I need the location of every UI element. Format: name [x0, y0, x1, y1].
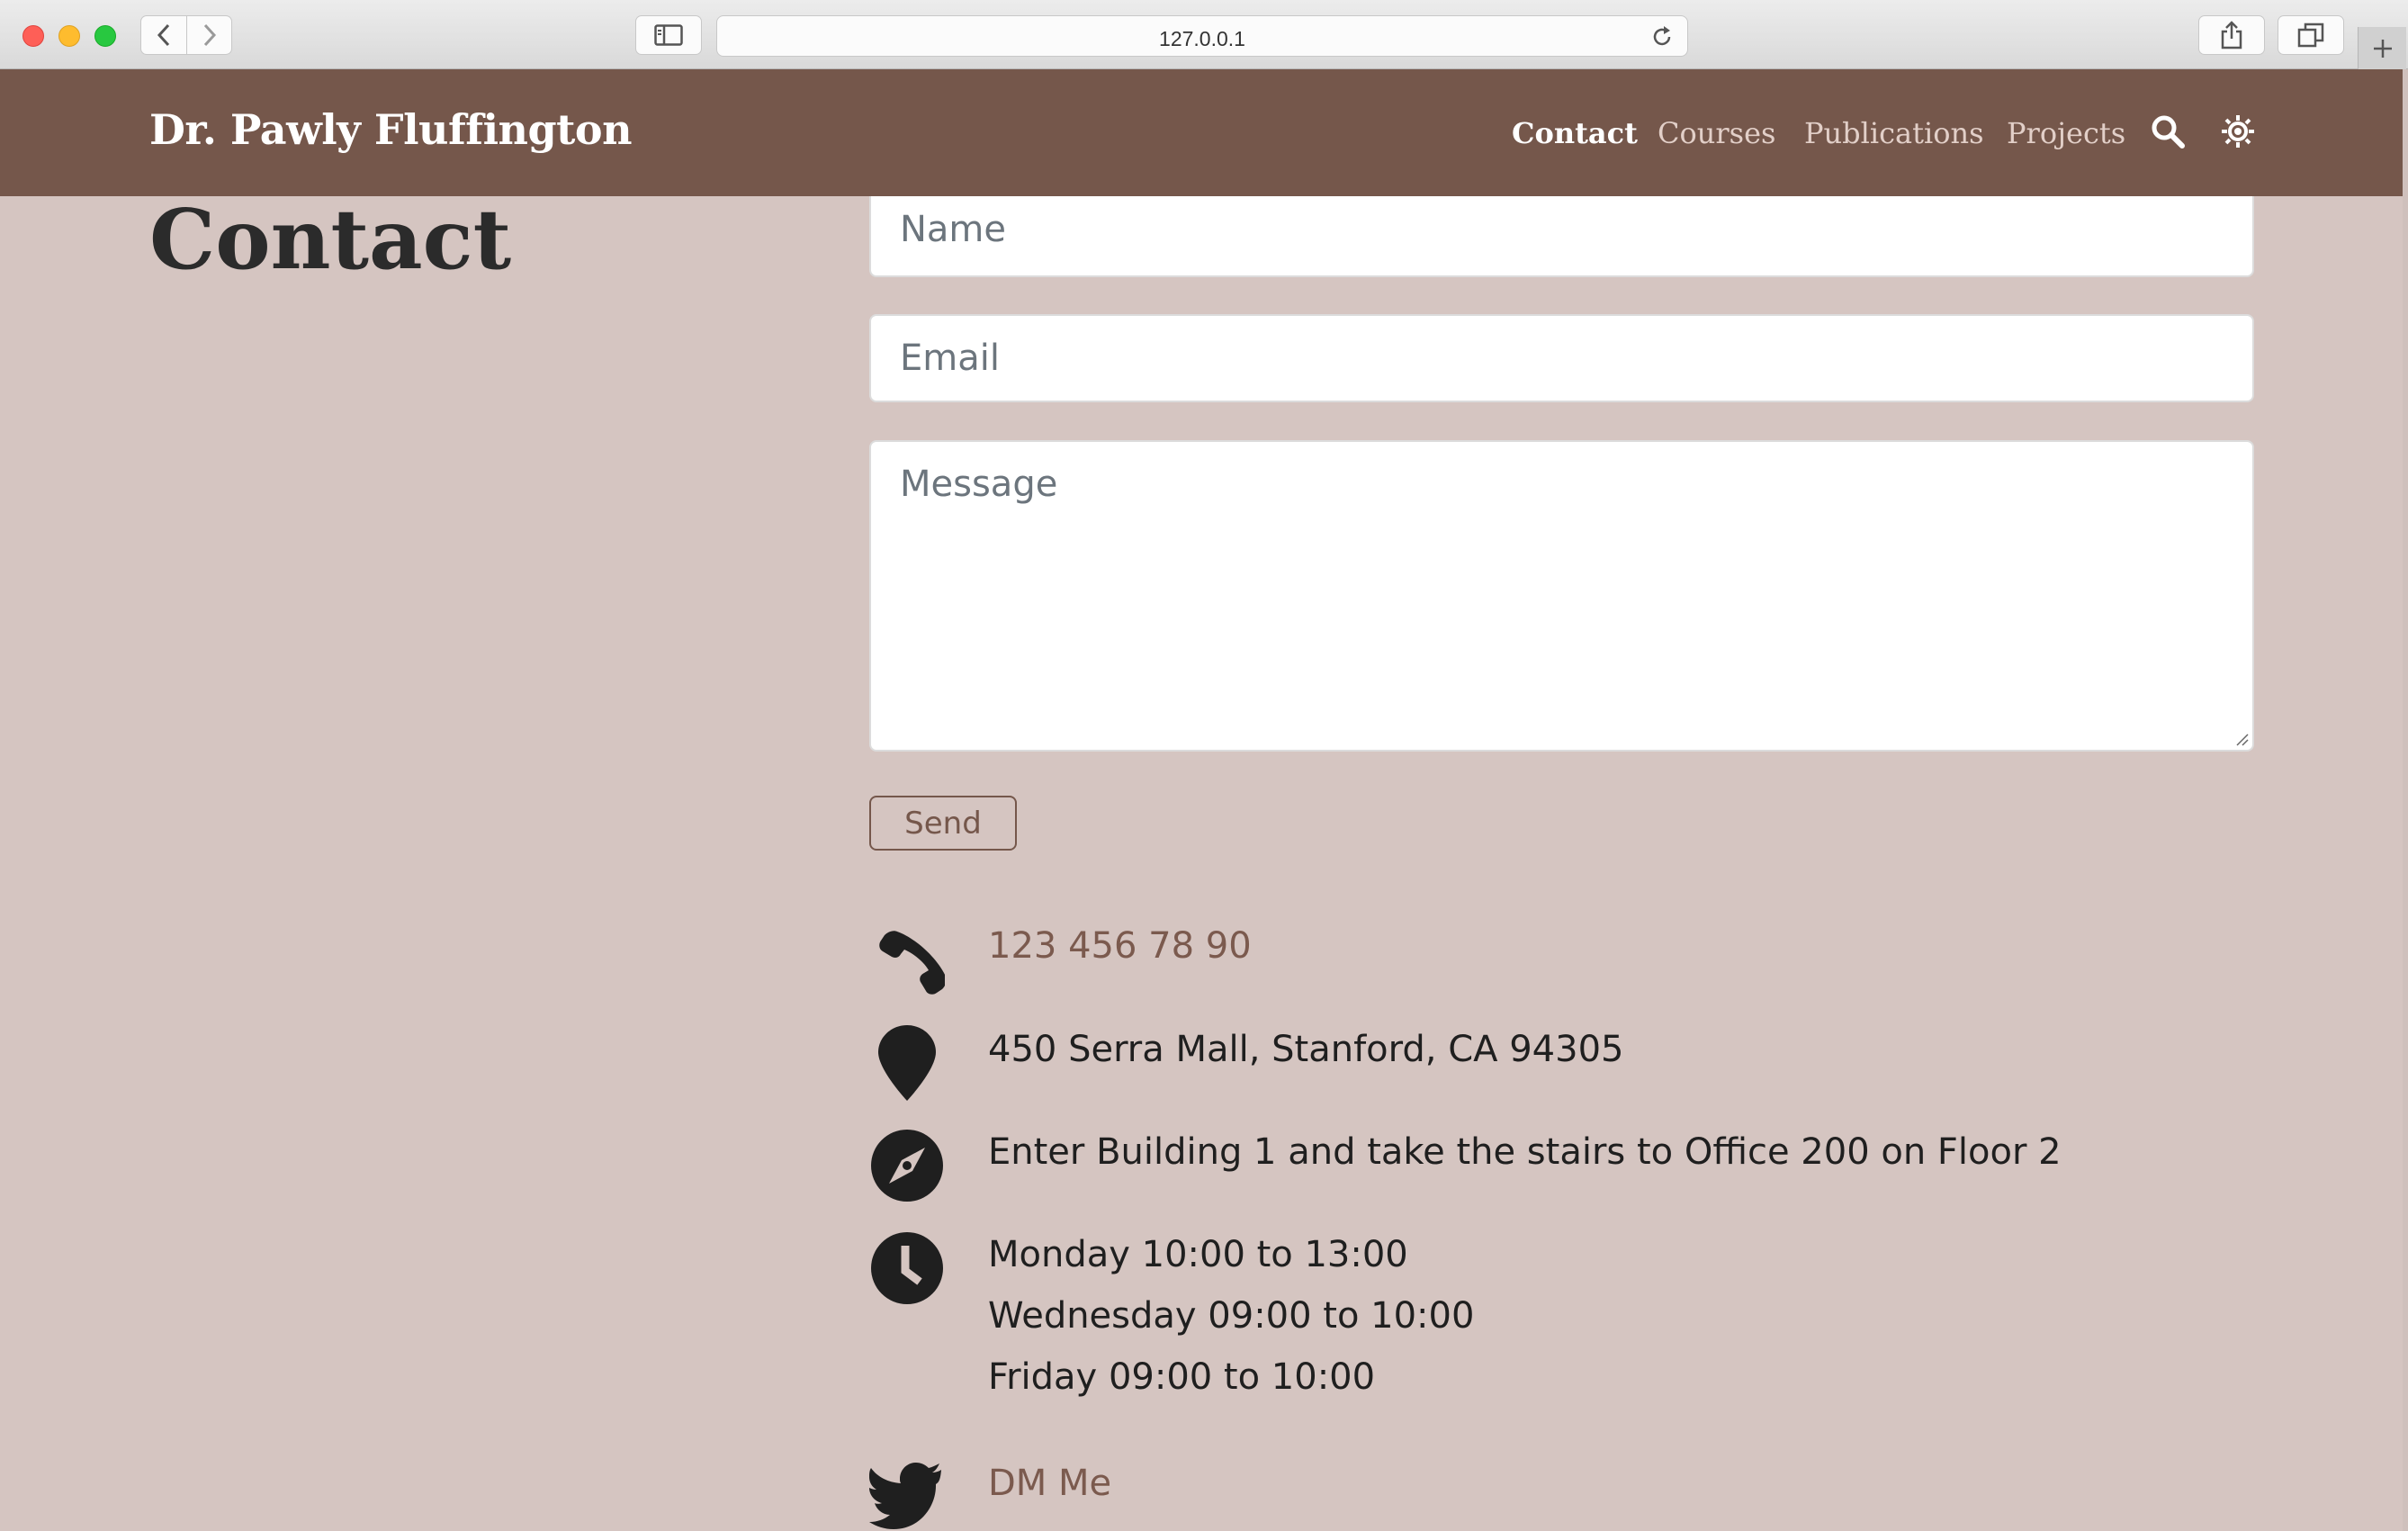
phone-link[interactable]: 123 456 78 90	[988, 925, 1252, 967]
show-tabs-button[interactable]	[2278, 15, 2344, 55]
chevron-right-icon	[203, 23, 216, 47]
email-input[interactable]: Email	[869, 314, 2254, 402]
hours-line: Wednesday 09:00 to 10:00	[988, 1295, 1475, 1337]
zoom-window-button[interactable]	[94, 25, 116, 47]
hours-line: Friday 09:00 to 10:00	[988, 1356, 1376, 1398]
new-tab-button[interactable]	[2358, 27, 2406, 69]
minimize-window-button[interactable]	[58, 25, 80, 47]
address-bar[interactable]: 127.0.0.1	[716, 15, 1688, 57]
browser-toolbar: 127.0.0.1	[0, 0, 2408, 69]
theme-toggle-icon[interactable]	[2221, 114, 2255, 149]
reload-icon[interactable]	[1649, 24, 1675, 50]
share-icon	[2221, 21, 2242, 50]
clock-icon	[871, 1232, 943, 1304]
back-button[interactable]	[141, 16, 186, 54]
site-brand[interactable]: Dr. Pawly Fluffington	[149, 105, 633, 154]
resize-handle-icon[interactable]	[2234, 732, 2249, 746]
phone-icon	[879, 931, 945, 995]
window-edge	[2403, 69, 2408, 1531]
nav-contact[interactable]: Contact	[1512, 116, 1638, 150]
name-input[interactable]: Name	[869, 189, 2254, 277]
directions-text: Enter Building 1 and take the stairs to …	[988, 1131, 2062, 1173]
history-nav	[140, 15, 232, 55]
search-icon[interactable]	[2151, 114, 2185, 149]
sidebar-icon	[654, 24, 683, 46]
nav-publications[interactable]: Publications	[1804, 116, 1983, 150]
send-button[interactable]: Send	[869, 796, 1017, 851]
twitter-icon	[869, 1463, 941, 1529]
page-title: Contact	[149, 191, 512, 288]
share-button[interactable]	[2198, 15, 2265, 55]
map-marker-icon	[878, 1025, 936, 1101]
address-text: 127.0.0.1	[1159, 27, 1245, 50]
nav-projects[interactable]: Projects	[2007, 116, 2125, 150]
forward-button[interactable]	[186, 16, 231, 54]
address-text: 450 Serra Mall, Stanford, CA 94305	[988, 1029, 1624, 1070]
site-navbar: Dr. Pawly Fluffington Contact Courses Pu…	[0, 69, 2408, 196]
sidebar-toggle-button[interactable]	[635, 15, 702, 55]
tabs-icon	[2297, 23, 2324, 48]
nav-courses[interactable]: Courses	[1658, 116, 1775, 150]
message-placeholder: Message	[900, 464, 1058, 505]
chevron-left-icon	[157, 23, 170, 47]
close-window-button[interactable]	[22, 25, 44, 47]
hours-line: Monday 10:00 to 13:00	[988, 1234, 1408, 1275]
plus-icon	[2373, 39, 2392, 58]
twitter-link[interactable]: DM Me	[988, 1463, 1111, 1504]
compass-icon	[871, 1130, 943, 1202]
message-textarea[interactable]: Message	[869, 440, 2254, 752]
